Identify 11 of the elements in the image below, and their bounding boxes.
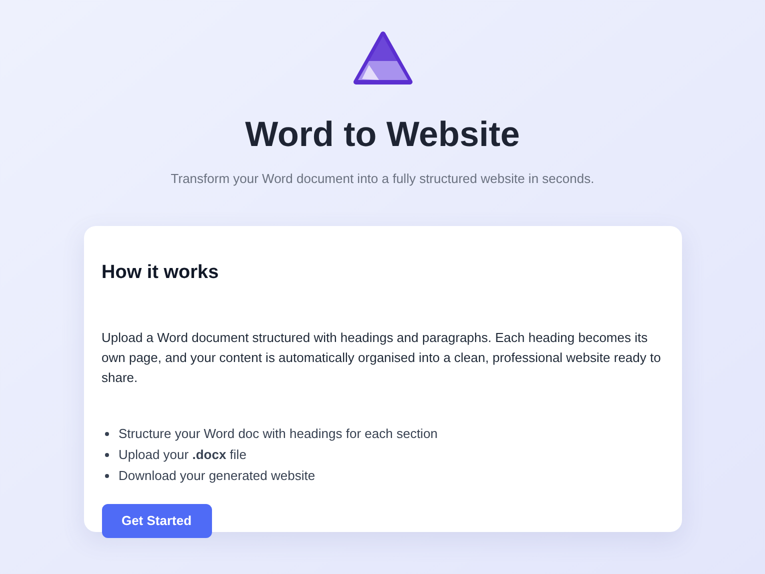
page-subtitle: Transform your Word document into a fully structured website in seconds. bbox=[170, 170, 594, 188]
bullet-icon bbox=[104, 474, 108, 478]
card-heading: How it works bbox=[102, 261, 220, 286]
step-text: Download your generated website bbox=[118, 468, 316, 484]
card-description: Upload a Word document structured with headings and paragraphs. Each heading becomes its own page, and your content is automatically organised into a clean, professional website ready to share. bbox=[102, 328, 662, 387]
get-started-button[interactable]: Get Started bbox=[102, 504, 212, 538]
page-title: Word to Website bbox=[245, 114, 520, 156]
bullet-icon bbox=[104, 432, 108, 436]
step-text: Structure your Word doc with headings for each section bbox=[118, 426, 438, 442]
bullet-icon bbox=[104, 452, 108, 457]
step-text: Upload your .docx file bbox=[118, 446, 246, 463]
